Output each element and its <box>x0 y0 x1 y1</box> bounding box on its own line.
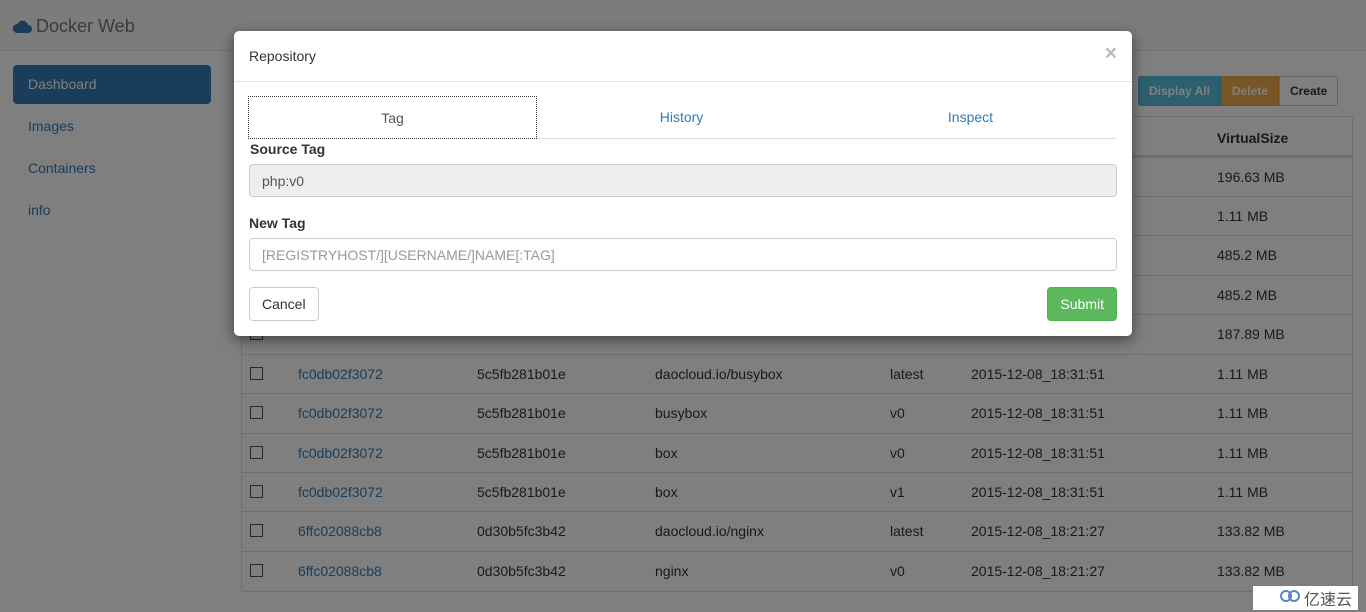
modal-tabs: Tag History Inspect <box>248 96 1116 139</box>
tab-history[interactable]: History <box>537 96 826 138</box>
new-tag-label: New Tag <box>249 215 306 231</box>
watermark-logo-icon <box>1279 589 1301 608</box>
source-tag-field[interactable] <box>249 164 1117 197</box>
tab-inspect[interactable]: Inspect <box>826 96 1115 138</box>
new-tag-field[interactable] <box>249 238 1117 271</box>
repository-modal: Repository × Tag History Inspect Source … <box>234 31 1132 336</box>
submit-button[interactable]: Submit <box>1047 287 1117 321</box>
watermark: 亿速云 <box>1252 586 1358 610</box>
tab-tag[interactable]: Tag <box>248 96 537 139</box>
modal-title: Repository <box>249 48 316 64</box>
modal-header: Repository × <box>234 31 1132 82</box>
source-tag-label: Source Tag <box>250 141 326 157</box>
close-icon[interactable]: × <box>1105 42 1117 66</box>
watermark-text: 亿速云 <box>1303 592 1352 609</box>
cancel-button[interactable]: Cancel <box>249 287 319 321</box>
